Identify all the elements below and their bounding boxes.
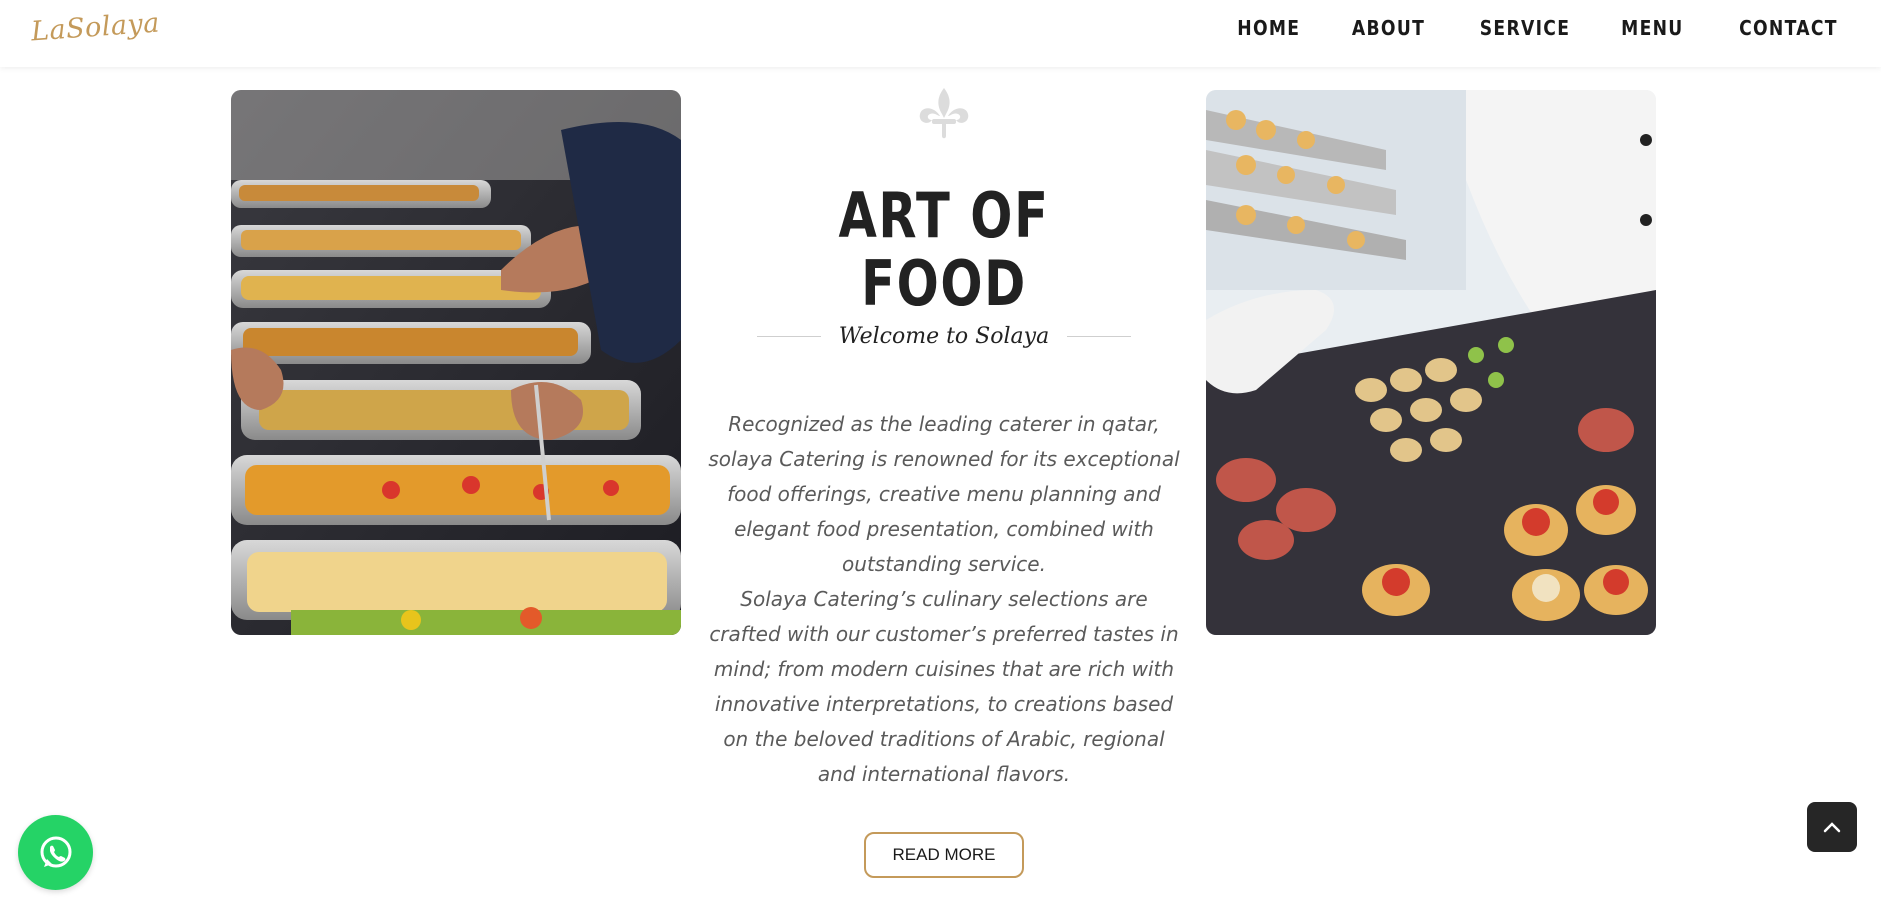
logo[interactable]: LaSolaya <box>30 8 161 48</box>
intro-paragraph-2: Solaya Catering’s culinary selections ar… <box>709 587 1179 786</box>
page-title: ART OF FOOD <box>838 179 1050 320</box>
intro-text: Recognized as the leading caterer in qat… <box>700 407 1188 792</box>
whatsapp-button[interactable] <box>18 815 93 890</box>
nav-menu[interactable]: MENU <box>1621 16 1683 40</box>
subtitle: Welcome to Solaya <box>838 324 1050 349</box>
buffet-food-photo <box>231 90 681 635</box>
divider-right <box>1067 336 1132 337</box>
intro-paragraph-1: Recognized as the leading caterer in qat… <box>708 412 1180 576</box>
fleur-de-lis-icon <box>919 88 969 139</box>
nav-contact[interactable]: CONTACT <box>1739 16 1838 40</box>
nav-service[interactable]: SERVICE <box>1480 16 1571 40</box>
nav-about[interactable]: ABOUT <box>1352 16 1425 40</box>
chevron-up-icon <box>1823 822 1841 833</box>
nav-home[interactable]: HOME <box>1237 16 1300 40</box>
whatsapp-icon <box>40 836 71 867</box>
back-to-top-button[interactable] <box>1807 802 1857 852</box>
divider-left <box>756 336 821 337</box>
main-nav: HOME ABOUT SERVICE MENU CONTACT <box>1227 16 1838 40</box>
read-more-button[interactable]: READ MORE <box>863 832 1025 878</box>
chef-canapes-photo <box>1206 90 1656 635</box>
site-header: LaSolaya HOME ABOUT SERVICE MENU CONTACT <box>0 0 1881 67</box>
intro-section: ART OF FOOD Welcome to Solaya Recognized… <box>700 86 1188 878</box>
subtitle-row: Welcome to Solaya <box>700 324 1188 349</box>
